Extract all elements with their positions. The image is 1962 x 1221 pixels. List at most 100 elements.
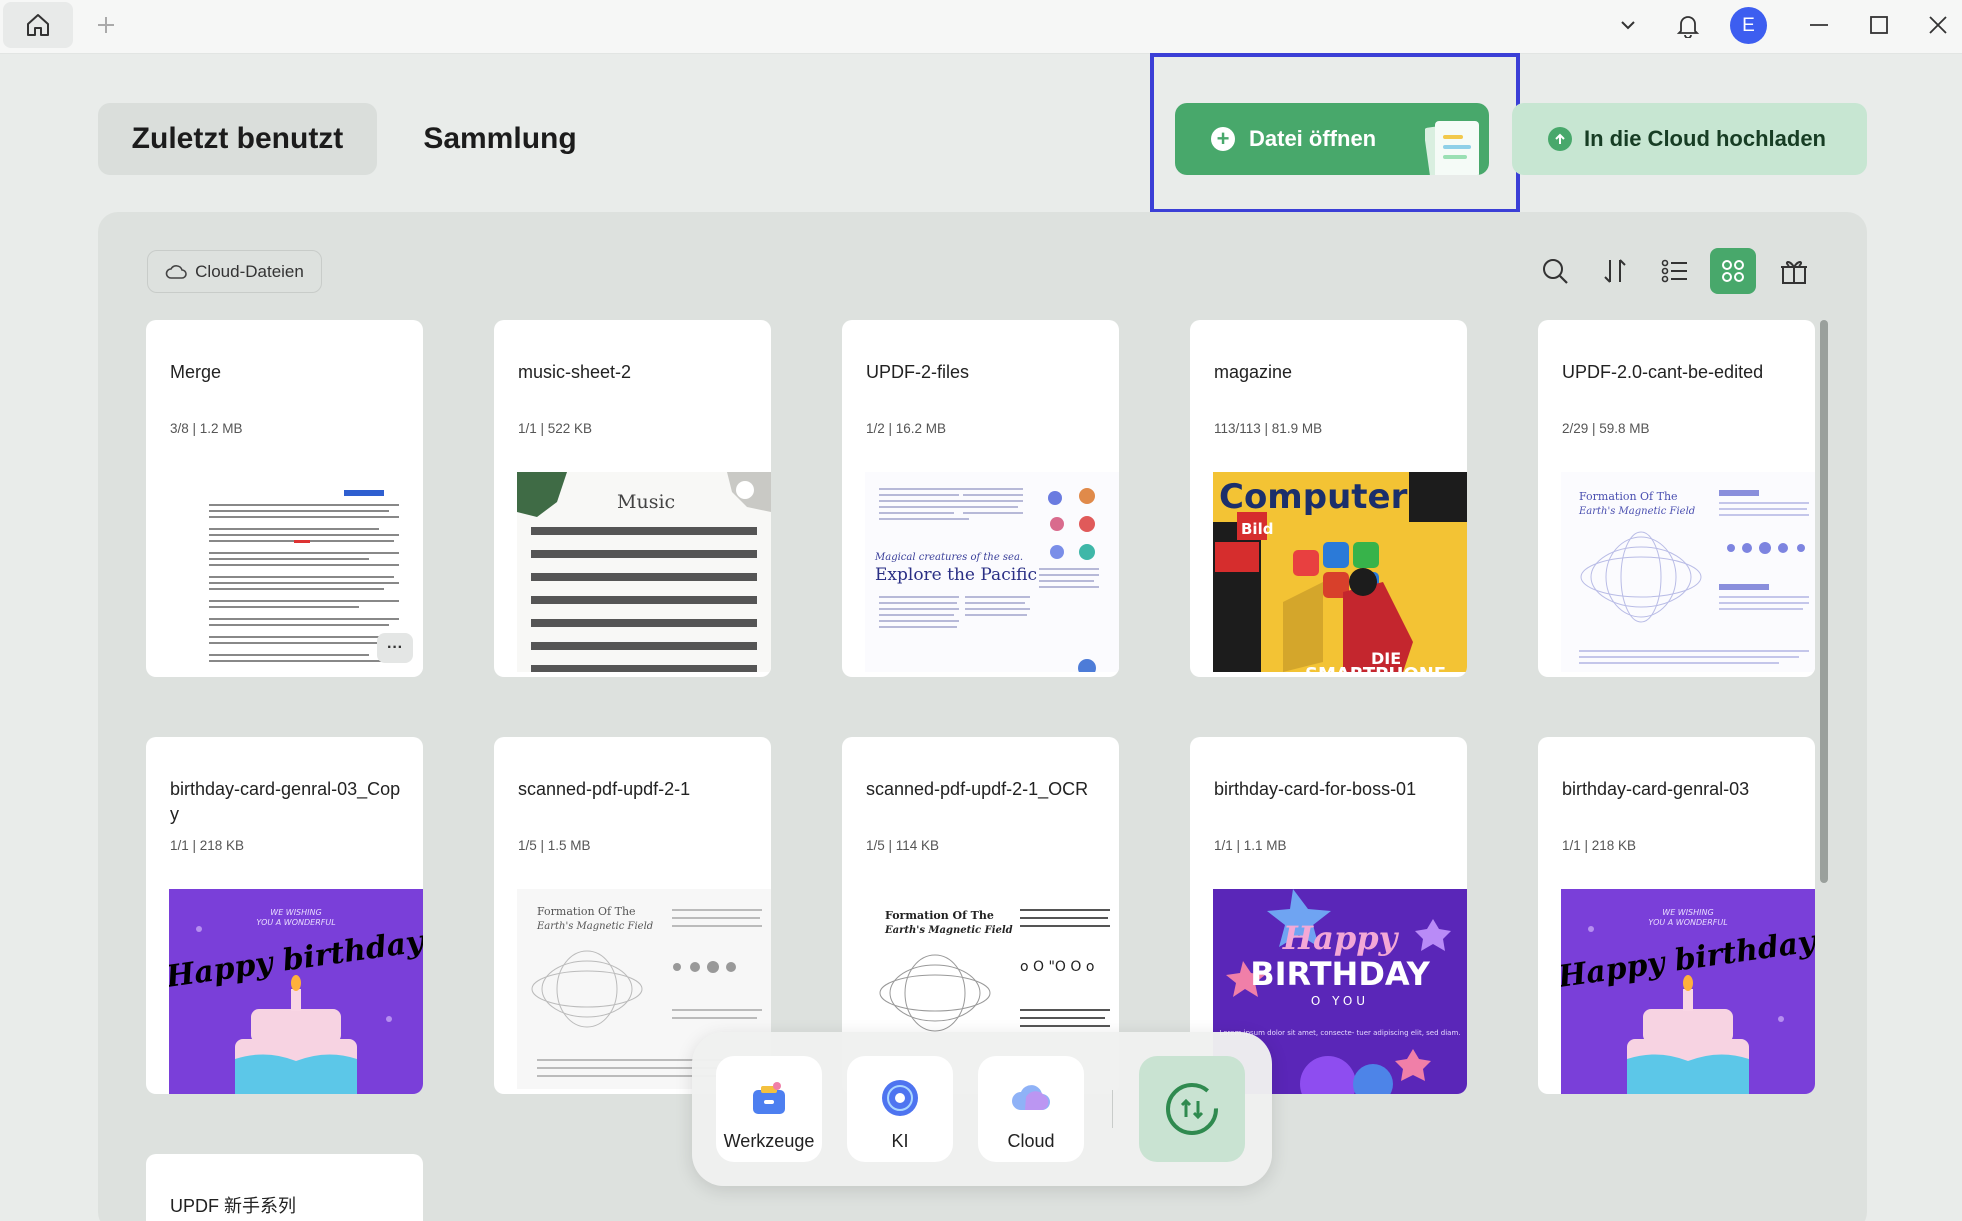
file-thumbnail: Magical creatures of the sea. Explore th… [865, 472, 1119, 672]
bday-wish-line1: WE WISHING [270, 908, 321, 917]
notifications-button[interactable] [1665, 0, 1711, 50]
magazine-smartphone: SMARTPHONE [1305, 664, 1446, 672]
tab-recent-label: Zuletzt benutzt [131, 122, 344, 155]
cloud-button[interactable]: Cloud [978, 1056, 1084, 1162]
file-card[interactable]: birthday-card-genral-03_Copy 1/1 | 218 K… [146, 737, 423, 1094]
minimize-button[interactable] [1796, 0, 1842, 50]
file-meta: 2/29 | 59.8 MB [1562, 421, 1650, 436]
file-meta: 1/5 | 114 KB [866, 838, 940, 853]
avatar[interactable]: E [1730, 7, 1767, 44]
boss-birthday-text: BIRTHDAY [1250, 955, 1430, 993]
file-card[interactable]: UPDF-2.0-cant-be-edited 2/29 | 59.8 MB F… [1538, 320, 1815, 677]
file-name: Merge [170, 362, 222, 382]
upload-cloud-button[interactable]: In die Cloud hochladen [1512, 103, 1867, 175]
boss-happy-text: Happy [1282, 919, 1400, 957]
file-thumbnail: Computer Bild DIE SMARTPHONE [1213, 472, 1467, 672]
formation-subtitle: Earth's Magnetic Field [884, 925, 1013, 936]
file-meta: 1/5 | 1.5 MB [518, 838, 591, 853]
ai-button[interactable]: KI [847, 1056, 953, 1162]
tab-collection-label: Sammlung [423, 122, 577, 155]
file-card[interactable]: music-sheet-2 1/1 | 522 KB Music [494, 320, 771, 677]
file-card[interactable]: birthday-card-genral-03 1/1 | 218 KB WE … [1538, 737, 1815, 1094]
file-meta: 1/1 | 522 KB [518, 421, 593, 436]
file-name: scanned-pdf-updf-2-1_OCR [866, 779, 1089, 799]
upload-arrow-icon [1548, 127, 1572, 151]
dock-divider [1112, 1090, 1113, 1128]
file-thumbnail: WE WISHING YOU A WONDERFUL Happy birthda… [169, 889, 423, 1094]
file-meta: 3/8 | 1.2 MB [170, 421, 243, 436]
cloud-icon [1012, 1085, 1050, 1110]
new-tab-button[interactable] [84, 0, 128, 50]
formation-title: Formation Of The [537, 905, 636, 918]
avatar-letter: E [1742, 14, 1755, 36]
file-thumbnail: Formation Of The Earth's Magnetic Field [1561, 472, 1815, 672]
close-button[interactable] [1916, 0, 1960, 50]
formation-title: Formation Of The [885, 909, 994, 922]
file-name: birthday-card-genral-03 [1562, 779, 1750, 799]
toolbox-icon [753, 1082, 785, 1114]
maximize-button[interactable] [1856, 0, 1902, 50]
music-title: Music [617, 491, 675, 513]
dropdown-button[interactable] [1605, 0, 1651, 50]
file-meta: 113/113 | 81.9 MB [1214, 421, 1323, 436]
file-name: birthday-card-genral-03_Copy [170, 779, 401, 824]
boss-to-you-text: O YOU [1311, 994, 1369, 1008]
minimize-icon [1810, 24, 1828, 26]
cloud-files-button[interactable]: Cloud-Dateien [147, 250, 322, 293]
cloud-label: Cloud [1007, 1131, 1055, 1151]
tab-recent[interactable]: Zuletzt benutzt [98, 103, 377, 175]
file-name: UPDF-2.0-cant-be-edited [1562, 362, 1764, 382]
file-name: UPDF 新手系列 [170, 1196, 296, 1216]
home-icon [27, 14, 49, 36]
formation-subtitle: Earth's Magnetic Field [1578, 506, 1695, 517]
gift-button[interactable] [1771, 248, 1817, 294]
file-card[interactable]: UPDF-2-files 1/2 | 16.2 MB Magical creat… [842, 320, 1119, 677]
formation-subtitle: Earth's Magnetic Field [536, 921, 653, 932]
maximize-icon [1870, 16, 1888, 34]
sync-icon [1166, 1083, 1218, 1135]
bday-wish-line1: WE WISHING [1662, 908, 1713, 917]
sort-button[interactable] [1592, 248, 1638, 294]
home-tab[interactable] [3, 2, 73, 48]
file-card[interactable]: UPDF 新手系列 [146, 1154, 423, 1221]
file-name: UPDF-2-files [866, 362, 970, 382]
file-name: magazine [1214, 362, 1293, 382]
file-thumbnail: Music [517, 472, 771, 672]
formation-title: Formation Of The [1579, 490, 1678, 503]
gift-icon [1781, 261, 1807, 284]
tools-label: Werkzeuge [723, 1131, 815, 1151]
ocr-row-text: o O "O O o [1020, 959, 1094, 975]
file-meta: 1/1 | 1.1 MB [1214, 838, 1287, 853]
file-card[interactable]: magazine 113/113 | 81.9 MB Computer Bild… [1190, 320, 1467, 677]
search-icon [1543, 259, 1568, 284]
bell-icon [1676, 16, 1700, 38]
ai-icon [882, 1080, 918, 1116]
grid-icon [1722, 260, 1744, 282]
bday-wish-line2: YOU A WONDERFUL [1648, 918, 1727, 927]
magazine-bild: Bild [1241, 520, 1273, 538]
magazine-title: Computer [1219, 477, 1408, 517]
open-file-highlight [1150, 53, 1520, 213]
file-meta: 1/1 | 218 KB [1562, 838, 1637, 853]
file-card[interactable]: Merge 3/8 | 1.2 MB ··· [146, 320, 423, 677]
file-name: scanned-pdf-updf-2-1 [518, 779, 691, 799]
file-name: music-sheet-2 [518, 362, 632, 382]
chevron-down-icon [1621, 21, 1635, 30]
pacific-subtitle: Magical creatures of the sea. [874, 552, 1023, 563]
scrollbar[interactable] [1820, 320, 1828, 883]
tab-collection[interactable]: Sammlung [400, 103, 600, 175]
file-meta: 1/2 | 16.2 MB [866, 421, 947, 436]
cloud-icon [165, 264, 187, 279]
plus-icon [98, 17, 114, 33]
bday-wish-line2: YOU A WONDERFUL [256, 918, 335, 927]
tools-button[interactable]: Werkzeuge [716, 1056, 822, 1162]
ai-label: KI [891, 1131, 909, 1151]
file-thumbnail: WE WISHING YOU A WONDERFUL Happy birthda… [1561, 889, 1815, 1094]
sync-button[interactable] [1139, 1056, 1245, 1162]
bottom-dock: Werkzeuge KI Cloud [692, 1032, 1272, 1186]
list-view-button[interactable] [1652, 248, 1698, 294]
search-button[interactable] [1532, 248, 1578, 294]
more-options-button[interactable]: ··· [377, 633, 413, 663]
grid-view-button[interactable] [1710, 248, 1756, 294]
upload-cloud-label: In die Cloud hochladen [1584, 126, 1826, 151]
